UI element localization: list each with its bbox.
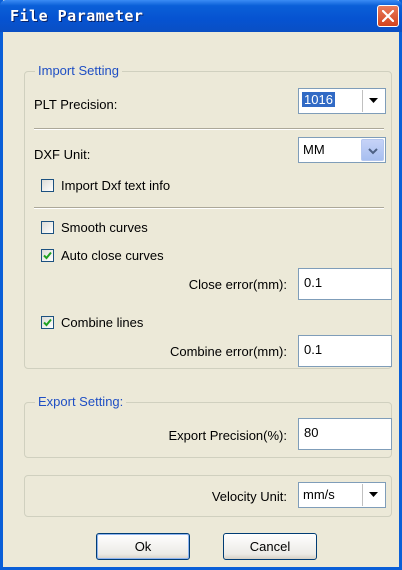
window-title: File Parameter <box>10 7 144 25</box>
dxf-unit-value: MM <box>303 142 325 157</box>
combine-lines-checkbox[interactable] <box>41 316 54 329</box>
title-bar[interactable]: File Parameter <box>0 0 402 32</box>
chevron-down-icon <box>368 148 378 155</box>
velocity-unit-dropdown-button[interactable] <box>362 484 384 506</box>
plt-precision-select[interactable]: 1016 <box>298 88 386 114</box>
file-parameter-dialog: File Parameter Import Setting PLT Precis… <box>0 0 402 570</box>
auto-close-curves-label[interactable]: Auto close curves <box>61 248 164 263</box>
dxf-unit-dropdown-button[interactable] <box>361 139 384 161</box>
plt-precision-dropdown-button[interactable] <box>362 90 384 112</box>
velocity-unit-label: Velocity Unit: <box>211 489 287 504</box>
combine-error-label: Combine error(mm): <box>169 344 287 359</box>
chevron-down-icon <box>369 98 378 103</box>
velocity-unit-value: mm/s <box>303 487 335 502</box>
chevron-down-icon <box>369 492 378 497</box>
ok-button[interactable]: Ok <box>96 533 190 560</box>
check-icon <box>43 251 52 260</box>
check-icon <box>43 318 52 327</box>
dxf-unit-select[interactable]: MM <box>298 137 386 163</box>
import-setting-group: Import Setting PLT Precision: 1016 DXF U… <box>24 63 392 369</box>
velocity-group: Velocity Unit: mm/s <box>24 475 392 517</box>
import-dxf-text-checkbox[interactable] <box>41 179 54 192</box>
export-precision-label: Export Precision(%): <box>168 428 287 443</box>
velocity-unit-select[interactable]: mm/s <box>298 482 386 508</box>
separator <box>34 128 384 130</box>
close-error-label: Close error(mm): <box>188 277 287 292</box>
import-dxf-text-label[interactable]: Import Dxf text info <box>61 178 170 193</box>
import-setting-title: Import Setting <box>35 63 122 78</box>
dxf-unit-label: DXF Unit: <box>34 147 91 162</box>
close-icon <box>382 10 394 22</box>
close-button[interactable] <box>377 5 399 27</box>
plt-precision-label: PLT Precision: <box>34 97 118 112</box>
export-precision-input[interactable]: 80 <box>298 418 392 450</box>
auto-close-curves-checkbox[interactable] <box>41 249 54 262</box>
export-setting-group: Export Setting: Export Precision(%): 80 <box>24 394 392 458</box>
plt-precision-value: 1016 <box>302 92 335 107</box>
smooth-curves-checkbox[interactable] <box>41 221 54 234</box>
export-setting-title: Export Setting: <box>35 394 127 409</box>
combine-error-input[interactable]: 0.1 <box>298 335 392 367</box>
combine-lines-label[interactable]: Combine lines <box>61 315 143 330</box>
cancel-button[interactable]: Cancel <box>223 533 317 560</box>
separator <box>34 207 384 209</box>
smooth-curves-label[interactable]: Smooth curves <box>61 220 148 235</box>
close-error-input[interactable]: 0.1 <box>298 268 392 300</box>
